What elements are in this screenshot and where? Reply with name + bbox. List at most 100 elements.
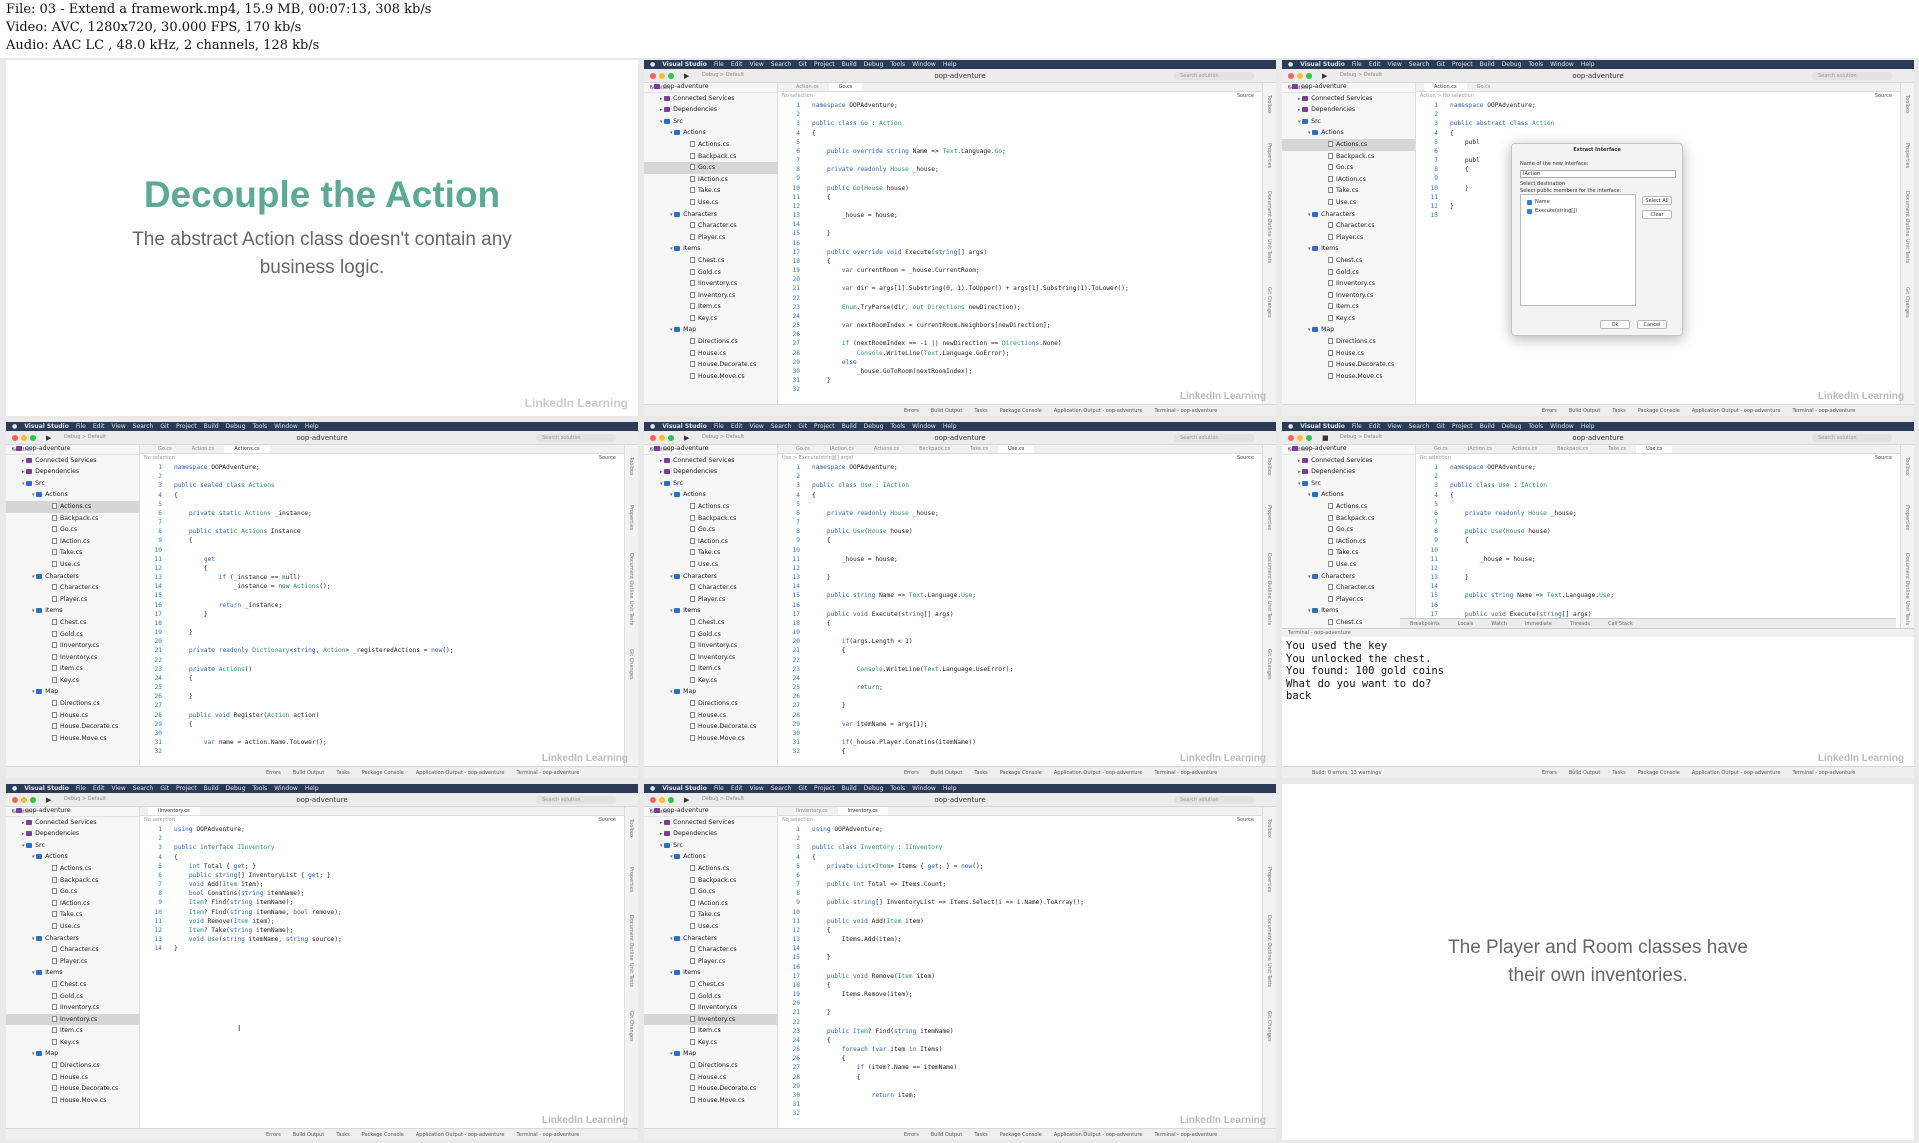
side-tool-tab[interactable]: Toolbox xyxy=(1266,457,1272,476)
side-tool-tab[interactable]: Toolbox xyxy=(1904,95,1910,114)
status-pad-button[interactable]: Package Console xyxy=(1638,408,1680,414)
member-checkbox[interactable] xyxy=(1527,208,1532,214)
menu-item-window[interactable]: Window xyxy=(1550,61,1574,68)
solution-tree-item[interactable]: Actions.cs xyxy=(644,139,777,151)
menu-item-window[interactable]: Window xyxy=(274,423,298,430)
menu-item-edit[interactable]: Edit xyxy=(731,785,743,792)
solution-tree-item[interactable]: Player.cs xyxy=(644,956,777,968)
editor-tab[interactable]: Take.cs xyxy=(960,445,998,453)
solution-tree-item[interactable]: Directions.cs xyxy=(644,698,777,710)
editor-tab[interactable]: Backpack.cs xyxy=(909,445,960,453)
side-tool-tab[interactable]: Unit Tests xyxy=(1266,601,1272,625)
solution-tree-item[interactable]: Key.cs xyxy=(6,1037,139,1049)
search-solution-input[interactable]: Search solution xyxy=(1174,72,1254,80)
side-tool-tab[interactable]: Properties xyxy=(1904,143,1910,168)
solution-tree-item[interactable]: Key.cs xyxy=(644,313,777,325)
solution-tree-item[interactable]: Backpack.cs xyxy=(6,513,139,525)
menu-item-help[interactable]: Help xyxy=(943,785,957,792)
status-pad-button[interactable]: Terminal - oop-adventure xyxy=(1154,770,1217,776)
solution-tree-item[interactable]: Go.cs xyxy=(644,524,777,536)
solution-tree-item[interactable]: ▸ oop-adventure xyxy=(644,445,777,455)
status-pad-button[interactable]: Terminal - oop-adventure xyxy=(516,770,579,776)
solution-tree-item[interactable]: Gold.cs xyxy=(6,991,139,1003)
solution-tree-item[interactable]: Gold.cs xyxy=(644,629,777,641)
solution-tree-item[interactable]: Item.cs xyxy=(6,663,139,675)
menu-item-help[interactable]: Help xyxy=(305,423,319,430)
solution-tree-item[interactable]: ▾ Characters xyxy=(1282,571,1415,583)
status-pad-button[interactable]: Application Output - oop-adventure xyxy=(1692,408,1781,414)
menu-item-build[interactable]: Build xyxy=(1480,423,1495,430)
solution-tree-item[interactable]: Item.cs xyxy=(644,663,777,675)
menu-item-project[interactable]: Project xyxy=(814,423,835,430)
menu-item-project[interactable]: Project xyxy=(1452,423,1473,430)
status-pad-button[interactable]: Terminal - oop-adventure xyxy=(1154,1132,1217,1138)
status-pad-button[interactable]: Errors xyxy=(1542,408,1557,414)
side-tool-tab[interactable]: Properties xyxy=(628,505,634,530)
status-pad-button[interactable]: Errors xyxy=(266,770,281,776)
solution-tree-item[interactable]: Player.cs xyxy=(1282,594,1415,606)
status-pad-button[interactable]: Tasks xyxy=(1612,408,1625,414)
solution-tree-item[interactable]: House.Decorate.cs xyxy=(644,359,777,371)
menu-item-build[interactable]: Build xyxy=(204,423,219,430)
status-pad-button[interactable]: Tasks xyxy=(974,1132,987,1138)
solution-tree-item[interactable]: ▾ Map xyxy=(644,686,777,698)
solution-tree-item[interactable]: IInventory.cs xyxy=(644,1002,777,1014)
menu-item-help[interactable]: Help xyxy=(305,785,319,792)
source-view-selector[interactable]: Source xyxy=(1237,816,1254,825)
debug-pad-tab[interactable]: Watch xyxy=(1491,621,1507,627)
solution-tree-item[interactable]: Go.cs xyxy=(1282,162,1415,174)
solution-tree-item[interactable]: ▾ Map xyxy=(6,1048,139,1060)
solution-tree-item[interactable]: IAction.cs xyxy=(1282,536,1415,548)
solution-tree-item[interactable]: ▸ Connected Services xyxy=(644,817,777,829)
solution-tree-item[interactable]: Actions.cs xyxy=(644,863,777,875)
side-tool-tab[interactable]: Properties xyxy=(628,867,634,892)
side-tool-tab[interactable]: Git Changes xyxy=(1266,1011,1272,1042)
solution-tree-item[interactable]: Player.cs xyxy=(6,956,139,968)
menu-item-project[interactable]: Project xyxy=(176,423,197,430)
side-tool-tab[interactable]: Git Changes xyxy=(628,1011,634,1042)
source-view-selector[interactable]: Source xyxy=(1237,454,1254,463)
menu-item-tools[interactable]: Tools xyxy=(890,61,905,68)
solution-tree-item[interactable]: Player.cs xyxy=(644,232,777,244)
solution-tree-item[interactable]: IInventory.cs xyxy=(1282,278,1415,290)
solution-tree-item[interactable]: ▾ Src xyxy=(644,116,777,128)
solution-tree-item[interactable]: ▸ Dependencies xyxy=(644,466,777,478)
menu-item-debug[interactable]: Debug xyxy=(226,423,246,430)
editor-tab[interactable]: Action.cs xyxy=(786,83,829,91)
editor-tab[interactable]: Inventory.cs xyxy=(837,807,888,815)
solution-tree-item[interactable]: Chest.cs xyxy=(1282,617,1415,629)
menu-item-view[interactable]: View xyxy=(112,785,126,792)
solution-tree-item[interactable]: ▾ Items xyxy=(6,967,139,979)
solution-tree-item[interactable]: Character.cs xyxy=(6,944,139,956)
member-option[interactable]: Name xyxy=(1527,199,1550,205)
solution-tree-item[interactable]: ▸ Connected Services xyxy=(6,817,139,829)
solution-tree-item[interactable]: Gold.cs xyxy=(644,267,777,279)
solution-tree-item[interactable]: ▸ Connected Services xyxy=(644,93,777,105)
menu-item-search[interactable]: Search xyxy=(1409,423,1430,430)
status-pad-button[interactable]: Application Output - oop-adventure xyxy=(1054,408,1143,414)
ok-button[interactable]: Ok xyxy=(1600,320,1630,329)
solution-tree-item[interactable]: House.Move.cs xyxy=(6,1095,139,1107)
solution-tree-item[interactable]: ▸ Dependencies xyxy=(644,828,777,840)
search-solution-input[interactable]: Search solution xyxy=(1812,72,1892,80)
side-tool-tab[interactable]: Git Changes xyxy=(1266,287,1272,318)
solution-tree-item[interactable]: ▾ Characters xyxy=(644,571,777,583)
source-view-selector[interactable]: Source xyxy=(599,816,616,825)
solution-tree-item[interactable]: ▾ Items xyxy=(1282,243,1415,255)
menu-item-git[interactable]: Git xyxy=(160,785,169,792)
editor-tab[interactable]: Actions.cs xyxy=(224,445,270,453)
menu-item-tools[interactable]: Tools xyxy=(890,785,905,792)
solution-tree-item[interactable]: Player.cs xyxy=(6,594,139,606)
solution-tree-item[interactable]: House.cs xyxy=(1282,348,1415,360)
solution-tree-item[interactable]: Backpack.cs xyxy=(1282,513,1415,525)
solution-tree-item[interactable]: Player.cs xyxy=(1282,232,1415,244)
status-pad-button[interactable]: Application Output - oop-adventure xyxy=(1692,770,1781,776)
solution-tree-item[interactable]: ▾ Items xyxy=(644,243,777,255)
solution-tree-item[interactable]: Chest.cs xyxy=(644,617,777,629)
solution-tree-item[interactable]: Inventory.cs xyxy=(6,652,139,664)
solution-tree-item[interactable]: Use.cs xyxy=(644,559,777,571)
solution-tree-item[interactable]: Directions.cs xyxy=(644,1060,777,1072)
menu-item-edit[interactable]: Edit xyxy=(731,423,743,430)
solution-tree-item[interactable]: Character.cs xyxy=(644,220,777,232)
side-tool-tab[interactable]: Properties xyxy=(1266,505,1272,530)
